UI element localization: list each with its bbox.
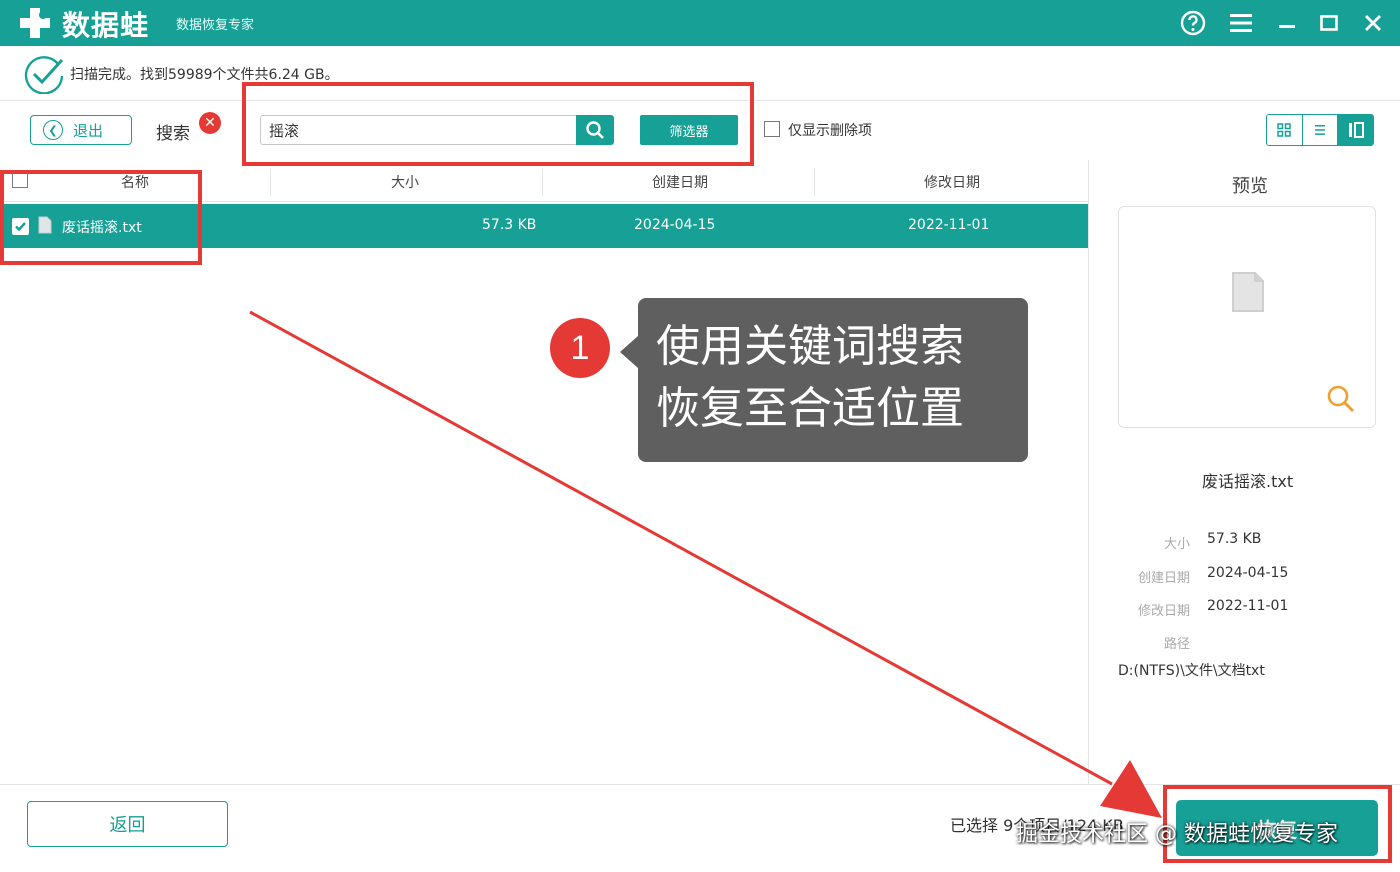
column-header-size[interactable]: 大小 (370, 172, 440, 192)
help-icon[interactable] (1178, 8, 1208, 38)
close-icon[interactable] (1358, 8, 1388, 38)
info-path-value: D:(NTFS)\文件\文档txt (1118, 663, 1265, 679)
title-bar: 数据蛙 数据恢复专家 (0, 0, 1400, 46)
file-modified-cell: 2022-11-01 (908, 217, 990, 233)
panel-divider (1088, 160, 1089, 785)
app-logo-icon (20, 8, 50, 38)
zoom-icon[interactable] (1325, 383, 1357, 415)
grid-view-button[interactable] (1267, 115, 1303, 145)
detail-view-icon (1348, 122, 1364, 138)
preview-title: 预览 (1232, 176, 1268, 197)
instruction-callout: 使用关键词搜索 恢复至合适位置 (620, 298, 1028, 462)
info-size-value: 57.3 KB (1207, 531, 1262, 547)
scan-status-text: 扫描完成。找到59989个文件共6.24 GB。 (70, 67, 339, 83)
back-button[interactable]: 返回 (27, 801, 228, 847)
grid-view-icon (1277, 123, 1292, 137)
maximize-icon[interactable] (1314, 8, 1344, 38)
info-modified-value: 2022-11-01 (1207, 598, 1289, 614)
info-created-label: 创建日期 (1137, 571, 1190, 586)
view-mode-toggle (1266, 114, 1374, 146)
app-subtitle: 数据恢复专家 (176, 18, 255, 33)
preview-file-name: 废话摇滚.txt (1202, 472, 1294, 491)
info-size-label: 大小 (1163, 537, 1190, 552)
menu-icon[interactable] (1226, 8, 1256, 38)
file-size-cell: 57.3 KB (482, 217, 537, 233)
preview-thumbnail (1118, 206, 1376, 428)
column-header-modified[interactable]: 修改日期 (900, 172, 1004, 192)
search-label: 搜索 (156, 124, 190, 144)
exit-button[interactable]: ❮ 退出 (30, 115, 132, 145)
column-header-created[interactable]: 创建日期 (630, 172, 730, 192)
file-created-cell: 2024-04-15 (634, 217, 716, 233)
column-separator (270, 168, 271, 196)
callout-line-1: 使用关键词搜索 (656, 321, 964, 372)
app-name: 数据蛙 (62, 9, 150, 42)
document-icon (1232, 272, 1264, 312)
step-badge: 1 (550, 318, 610, 378)
column-separator (542, 168, 543, 196)
info-modified-label: 修改日期 (1137, 604, 1190, 619)
scan-complete-icon (24, 56, 64, 94)
detail-view-button[interactable] (1338, 115, 1373, 145)
only-deleted-label: 仅显示删除项 (788, 123, 872, 139)
callout-line-2: 恢复至合适位置 (656, 383, 964, 434)
list-view-button[interactable] (1302, 115, 1339, 145)
minimize-icon[interactable] (1272, 8, 1302, 38)
watermark: 掘金技术社区 @ 数据蛙恢复专家 (1016, 822, 1338, 847)
clear-search-icon[interactable]: ✕ (199, 112, 221, 134)
search-highlight-box (242, 82, 754, 166)
file-highlight-box (0, 170, 202, 265)
info-created-value: 2024-04-15 (1207, 565, 1289, 581)
list-view-icon (1315, 125, 1325, 135)
column-separator (814, 168, 815, 196)
exit-button-label: 退出 (73, 121, 104, 140)
chevron-left-icon: ❮ (43, 120, 63, 140)
info-path-label: 路径 (1163, 637, 1190, 652)
only-deleted-checkbox[interactable] (764, 121, 780, 137)
